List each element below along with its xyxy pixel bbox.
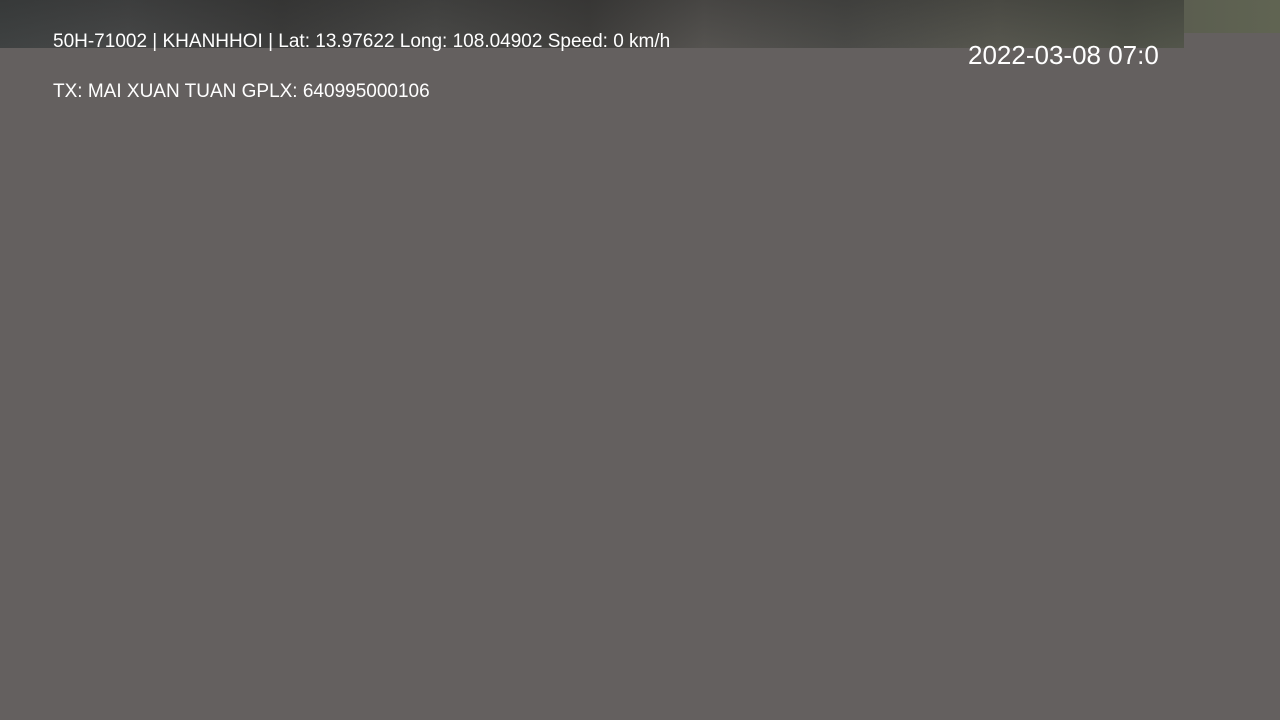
grey-overlay-panel-notch	[1184, 33, 1280, 48]
osd-driver-info: TX: MAI XUAN TUAN GPLX: 640995000106	[53, 81, 430, 102]
grey-overlay-panel	[0, 48, 1280, 720]
osd-vehicle-info: 50H-71002 | KHANHHOI | Lat: 13.97622 Lon…	[53, 31, 671, 52]
osd-timestamp: 2022-03-08 07:0	[968, 40, 1159, 70]
camera-image-strip-right	[1184, 0, 1280, 33]
dashcam-frame: 2022-03-08 07:0 50H-71002 | KHANHHOI | L…	[0, 0, 1280, 720]
